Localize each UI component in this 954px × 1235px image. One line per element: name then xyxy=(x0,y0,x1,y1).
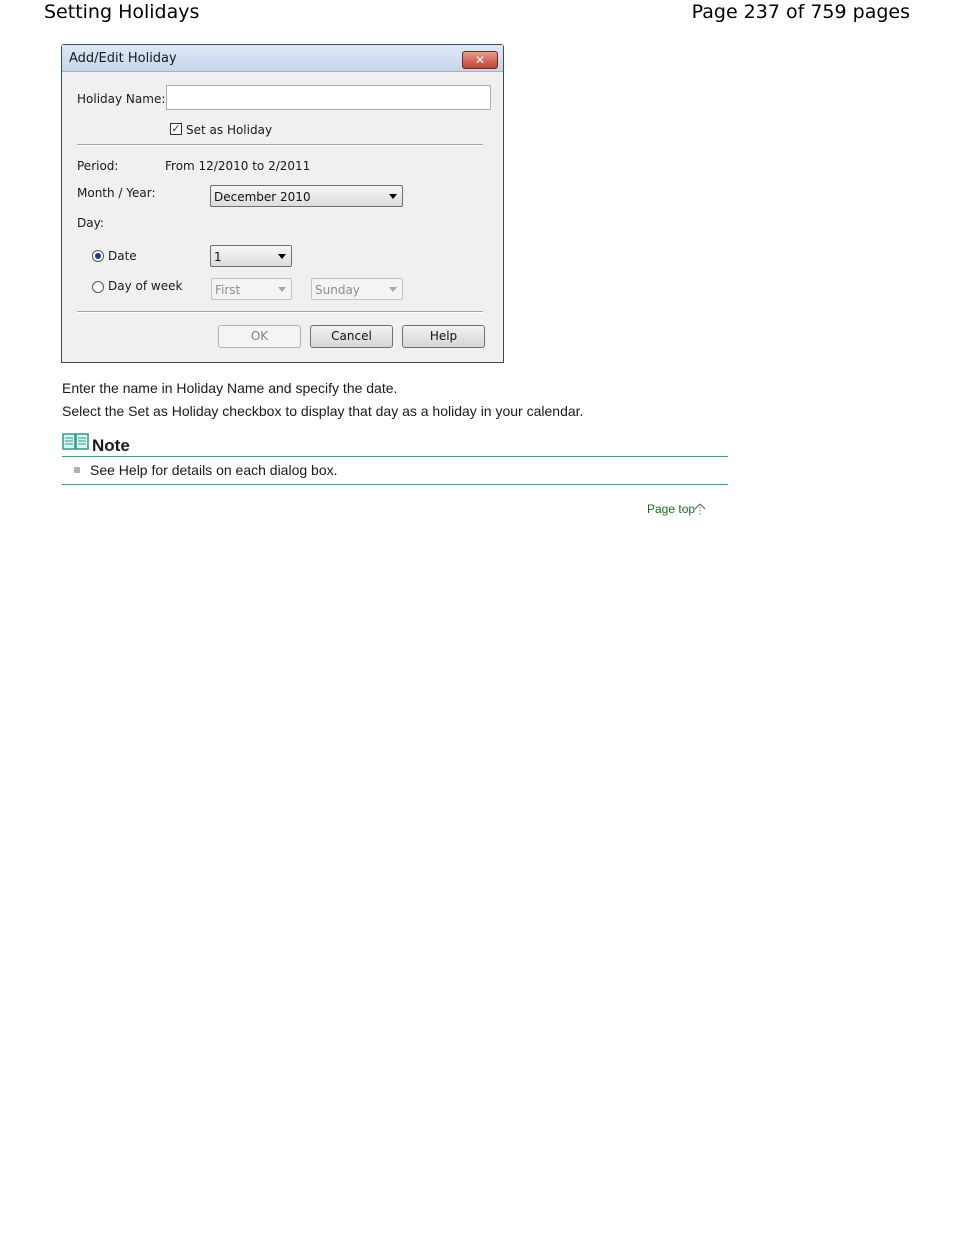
month-year-value: December 2010 xyxy=(214,190,311,204)
period-value: From 12/2010 to 2/2011 xyxy=(165,159,311,173)
note-list: See Help for details on each dialog box. xyxy=(62,457,728,485)
page-top-link[interactable]: Page top xyxy=(647,502,695,516)
day-label: Day: xyxy=(77,216,104,230)
month-year-select[interactable]: December 2010 xyxy=(210,185,403,207)
set-as-holiday-checkbox[interactable]: ✓ xyxy=(170,123,182,135)
set-as-holiday-label: Set as Holiday xyxy=(186,123,273,137)
page-number: Page 237 of 759 pages xyxy=(691,1,910,23)
holiday-name-input[interactable] xyxy=(166,85,491,110)
weekday-select[interactable]: Sunday xyxy=(311,278,403,300)
bullet-icon xyxy=(74,467,80,473)
date-value: 1 xyxy=(214,250,222,264)
month-year-label: Month / Year: xyxy=(77,186,156,200)
instruction-paragraph: Select the Set as Holiday checkbox to di… xyxy=(62,403,584,419)
week-ordinal-select[interactable]: First xyxy=(211,278,292,300)
date-select[interactable]: 1 xyxy=(210,245,292,267)
book-icon xyxy=(62,433,89,450)
chevron-down-icon xyxy=(389,287,397,292)
note-title: Note xyxy=(92,436,130,455)
dialog-title: Add/Edit Holiday xyxy=(69,51,177,66)
ok-button[interactable]: OK xyxy=(218,325,301,348)
chevron-down-icon xyxy=(389,194,397,199)
page-title: Setting Holidays xyxy=(44,1,200,23)
day-of-week-label: Day of week xyxy=(108,279,183,293)
chevron-down-icon xyxy=(278,254,286,259)
chevron-down-icon xyxy=(278,287,286,292)
note-item: See Help for details on each dialog box. xyxy=(90,462,338,478)
period-label: Period: xyxy=(77,159,119,173)
add-edit-holiday-dialog: Add/Edit Holiday ✕ Holiday Name: ✓ Set a… xyxy=(61,44,504,363)
cancel-button[interactable]: Cancel xyxy=(310,325,393,348)
week-ordinal-value: First xyxy=(215,283,241,297)
holiday-name-label: Holiday Name: xyxy=(77,92,166,106)
note-header: Note xyxy=(62,432,728,457)
day-of-week-radio[interactable] xyxy=(92,281,104,293)
instruction-paragraph: Enter the name in Holiday Name and speci… xyxy=(62,380,398,396)
dialog-content: Holiday Name: ✓ Set as Holiday Period: F… xyxy=(68,73,497,356)
date-radio-label: Date xyxy=(108,249,137,263)
help-button[interactable]: Help xyxy=(402,325,485,348)
weekday-value: Sunday xyxy=(315,283,360,297)
dialog-titlebar: Add/Edit Holiday ✕ xyxy=(62,45,503,72)
arrow-up-icon[interactable] xyxy=(694,503,706,517)
divider xyxy=(77,144,483,146)
date-radio[interactable] xyxy=(92,250,104,262)
divider xyxy=(77,311,483,313)
close-button[interactable]: ✕ xyxy=(462,51,498,69)
